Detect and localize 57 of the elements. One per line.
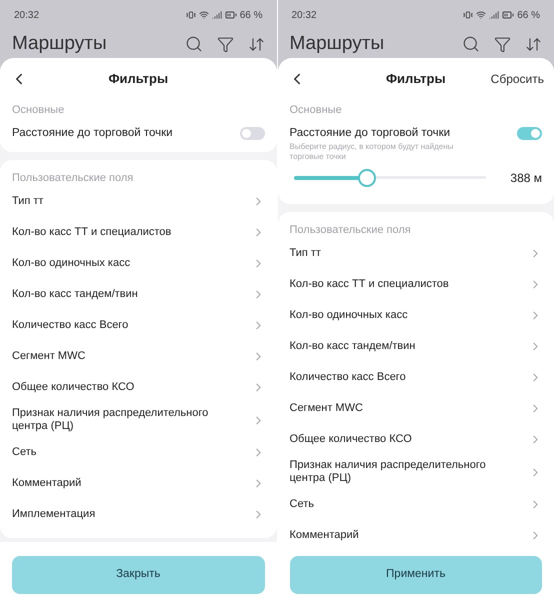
sheet-title: Фильтры [386,70,446,88]
filter-item[interactable]: Сегмент MWC [290,393,542,424]
sort-icon[interactable] [248,36,264,52]
filter-item[interactable]: Кол-во касс тандем/твин [12,279,264,310]
filter-item[interactable]: Тип тт [290,238,542,270]
section-label: Основные [290,103,343,118]
battery-level: 66 % [517,8,540,22]
radius-slider[interactable] [294,168,486,188]
filter-item[interactable]: Общее количество КСО [12,372,264,404]
filter-icon[interactable] [216,36,234,52]
hint-text: Выберите радиус, в котором будут найдены торговые точки [290,142,454,162]
battery-icon [224,9,237,21]
filter-item[interactable]: Кол-во касс ТТ и специалистов [290,269,542,300]
wifi-icon [476,10,486,20]
status-time: 20:32 [292,8,317,22]
app-title: Маршруты [12,32,107,56]
filter-item[interactable]: Имплементация [12,499,264,530]
filter-item[interactable]: Сегмент MWC [12,341,264,372]
filter-item[interactable]: Количество касс Всего [290,362,542,394]
battery-icon [502,9,514,21]
vibrate-icon [463,10,474,20]
toggle-label: Расстояние до торговой точки [290,126,450,140]
filter-item[interactable]: Признак наличия распределительного центра (РЦ) [12,403,264,438]
wifi-icon [198,10,209,20]
filter-item[interactable]: Сеть [12,437,264,468]
footer-button[interactable]: Закрыть [12,556,264,594]
filter-item[interactable]: Кол-во одиночных касс [12,248,264,280]
battery-level: 66 % [240,8,262,22]
filter-item[interactable]: Кол-во касс тандем/твин [290,331,542,362]
sort-icon[interactable] [525,36,542,52]
app-title: Маршруты [290,32,384,56]
section-label: Основные [12,103,66,118]
filter-item[interactable]: Общее количество КСО [290,424,542,456]
filter-icon[interactable] [494,36,511,52]
signal-icon [212,10,222,20]
filter-item[interactable]: Кол-во касс ТТ и специалистов [12,217,264,248]
search-icon[interactable] [184,35,202,53]
vibrate-icon [186,10,196,20]
filter-item[interactable]: Комментарий [12,468,264,500]
filter-item[interactable]: Сеть [290,489,542,520]
reset-button[interactable]: Сбросить [490,70,544,88]
filter-item[interactable]: Количество касс Всего [12,310,264,342]
footer-button[interactable]: Применить [290,556,542,594]
status-time: 20:32 [14,8,40,22]
search-icon[interactable] [462,35,480,53]
distance-toggle[interactable] [517,126,542,140]
filter-item[interactable]: Тип тт [12,186,264,218]
section-label: Пользовательские поля [12,170,134,186]
filter-item[interactable]: Признак наличия распределительного центра (РЦ) [290,455,542,490]
signal-icon [489,10,500,20]
filter-item[interactable]: Комментарий [290,520,542,546]
toggle-label: Расстояние до торговой точки [12,126,173,140]
sheet-title: Фильтры [108,70,168,88]
filter-item[interactable]: Кол-во одиночных касс [290,300,542,332]
distance-toggle[interactable] [240,126,264,140]
slider-reading: 388 м [510,170,542,187]
section-label: Пользовательские поля [290,222,412,238]
